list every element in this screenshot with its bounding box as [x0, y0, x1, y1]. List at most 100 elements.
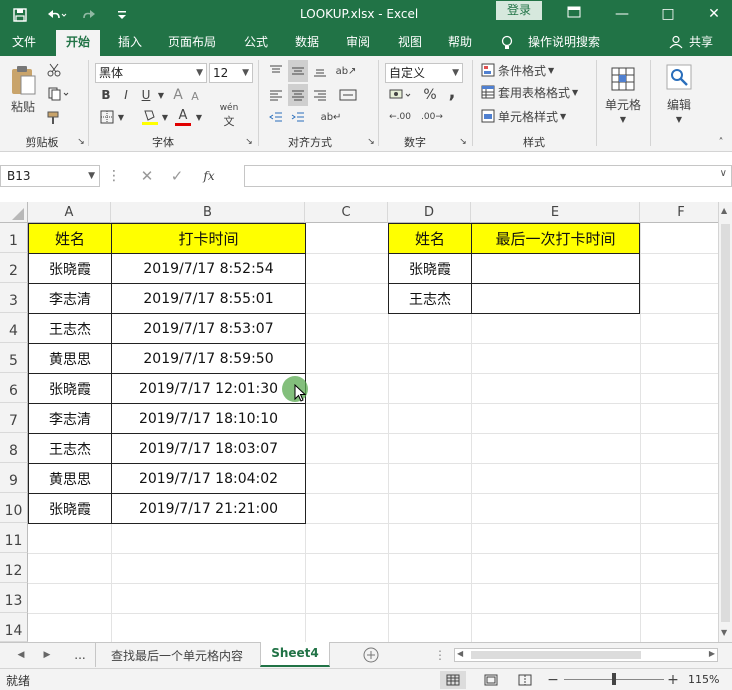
tab-page-layout[interactable]: 页面布局 — [162, 30, 222, 56]
editing-dropdown-icon[interactable]: ▼ — [674, 114, 684, 124]
row-header[interactable]: 3 — [0, 283, 28, 313]
format-table-icon[interactable] — [480, 84, 496, 100]
fill-color-dropdown-icon[interactable]: ▼ — [160, 108, 170, 126]
formula-input[interactable]: ∨ — [244, 165, 732, 187]
row-header[interactable]: 14 — [0, 613, 28, 642]
font-color-icon[interactable]: A — [174, 106, 192, 128]
format-as-table-button[interactable]: 套用表格格式 ▼ — [498, 84, 586, 100]
table1-cell-name[interactable]: 黄思思 — [28, 343, 112, 374]
paste-icon[interactable] — [6, 62, 40, 98]
table1-cell-time[interactable]: 2019/7/17 18:10:10 — [111, 403, 306, 434]
vertical-scroll-thumb[interactable] — [721, 224, 730, 622]
minimize-icon[interactable]: — — [610, 4, 634, 24]
tab-data[interactable]: 数据 — [286, 30, 328, 56]
share-button[interactable]: 共享 — [686, 30, 716, 56]
decrease-indent-icon[interactable] — [266, 108, 286, 126]
hscroll-right-icon[interactable]: ▶ — [709, 649, 715, 658]
name-box[interactable]: B13 ▼ — [0, 165, 100, 187]
select-all-corner[interactable] — [0, 202, 28, 223]
row-header[interactable]: 4 — [0, 313, 28, 343]
borders-dropdown-icon[interactable]: ▼ — [116, 108, 126, 126]
table1-cell-time[interactable]: 2019/7/17 8:55:01 — [111, 283, 306, 314]
align-left-icon[interactable] — [266, 86, 286, 104]
table2-cell-last-time[interactable] — [471, 253, 640, 284]
undo-icon[interactable] — [42, 5, 70, 25]
borders-icon[interactable] — [98, 108, 116, 126]
column-header-f[interactable]: F — [640, 202, 723, 223]
tab-help[interactable]: 帮助 — [440, 30, 480, 56]
column-header-d[interactable]: D — [388, 202, 471, 223]
table1-cell-time[interactable]: 2019/7/17 21:21:00 — [111, 493, 306, 524]
cancel-entry-icon[interactable]: ✕ — [132, 167, 162, 185]
name-box-dropdown-icon[interactable]: ▼ — [88, 166, 95, 186]
underline-button[interactable]: U — [138, 86, 154, 104]
bottom-align-icon[interactable] — [310, 62, 330, 80]
increase-indent-icon[interactable] — [288, 108, 308, 126]
tab-insert[interactable]: 插入 — [110, 30, 150, 56]
top-align-icon[interactable] — [266, 62, 286, 80]
row-header[interactable]: 7 — [0, 403, 28, 433]
tab-file[interactable]: 文件 — [4, 30, 44, 56]
table2-cell-name[interactable]: 张晓霞 — [388, 253, 472, 284]
formula-bar-grip-icon[interactable]: ⋮ — [107, 167, 121, 185]
table1-cell-time[interactable]: 2019/7/17 8:53:07 — [111, 313, 306, 344]
sheet-tab-active[interactable]: Sheet4 — [260, 642, 330, 667]
italic-button[interactable]: I — [118, 86, 134, 104]
percent-button[interactable]: % — [422, 86, 438, 104]
scroll-down-icon[interactable]: ▼ — [721, 628, 727, 637]
table1-cell-name[interactable]: 黄思思 — [28, 463, 112, 494]
paste-label[interactable]: 粘贴 — [6, 98, 40, 114]
table1-header-time[interactable]: 打卡时间 — [111, 223, 306, 254]
zoom-slider-thumb[interactable] — [612, 673, 616, 685]
table1-cell-name[interactable]: 李志清 — [28, 283, 112, 314]
column-header-a[interactable]: A — [28, 202, 111, 223]
add-sheet-icon[interactable] — [362, 646, 380, 664]
comma-button[interactable]: , — [444, 82, 460, 103]
row-header[interactable]: 11 — [0, 523, 28, 553]
row-header[interactable]: 8 — [0, 433, 28, 463]
customize-toolbar-icon[interactable] — [112, 5, 132, 25]
merge-center-icon[interactable] — [336, 86, 360, 104]
table1-cell-name[interactable]: 李志清 — [28, 403, 112, 434]
accounting-format-icon[interactable] — [386, 86, 416, 104]
table1-cell-name[interactable]: 王志杰 — [28, 433, 112, 464]
align-right-icon[interactable] — [310, 86, 330, 104]
save-icon[interactable] — [10, 5, 30, 25]
tell-me-search[interactable]: 操作说明搜索 — [524, 30, 604, 56]
conditional-format-button[interactable]: 条件格式 ▼ — [498, 62, 562, 78]
close-icon[interactable]: ✕ — [702, 4, 726, 24]
zoom-in-button[interactable]: + — [666, 671, 680, 689]
number-format-combo[interactable]: 自定义 ▼ — [385, 63, 463, 83]
font-name-combo[interactable]: 黑体 ▼ — [95, 63, 207, 83]
table1-cell-name[interactable]: 张晓霞 — [28, 373, 112, 404]
format-painter-icon[interactable] — [44, 108, 64, 128]
cut-icon[interactable] — [44, 60, 64, 80]
sheet-scroll-left-icon[interactable]: ◀ — [14, 648, 28, 662]
more-sheets-button[interactable]: ... — [70, 646, 90, 664]
row-header[interactable]: 6 — [0, 373, 28, 403]
table1-cell-time[interactable]: 2019/7/17 12:01:30 — [111, 373, 306, 404]
underline-dropdown-icon[interactable]: ▼ — [156, 86, 166, 104]
table1-cell-name[interactable]: 张晓霞 — [28, 493, 112, 524]
sheet-tab[interactable]: 查找最后一个单元格内容 — [96, 645, 258, 665]
table1-cell-time[interactable]: 2019/7/17 8:52:54 — [111, 253, 306, 284]
row-header[interactable]: 2 — [0, 253, 28, 283]
insert-function-icon[interactable]: fx — [192, 169, 226, 183]
tab-split-handle[interactable]: ⋮ — [434, 646, 446, 664]
horizontal-scroll-thumb[interactable] — [471, 651, 641, 659]
cell-styles-button[interactable]: 单元格样式 ▼ — [498, 108, 574, 124]
copy-icon[interactable] — [44, 84, 74, 104]
column-header-e[interactable]: E — [471, 202, 640, 223]
decrease-decimal-icon[interactable]: .00→ — [418, 108, 446, 126]
row-header[interactable]: 13 — [0, 583, 28, 613]
zoom-out-button[interactable]: − — [546, 671, 560, 689]
editing-button[interactable]: 编辑 — [656, 96, 702, 112]
number-launcher-icon[interactable]: ↘ — [458, 136, 468, 148]
align-center-icon[interactable] — [288, 84, 308, 106]
clipboard-launcher-icon[interactable]: ↘ — [76, 136, 86, 148]
table1-cell-name[interactable]: 王志杰 — [28, 313, 112, 344]
row-header[interactable]: 10 — [0, 493, 28, 523]
row-header[interactable]: 5 — [0, 343, 28, 373]
ribbon-display-options-icon[interactable] — [562, 4, 586, 24]
bold-button[interactable]: B — [98, 86, 114, 104]
